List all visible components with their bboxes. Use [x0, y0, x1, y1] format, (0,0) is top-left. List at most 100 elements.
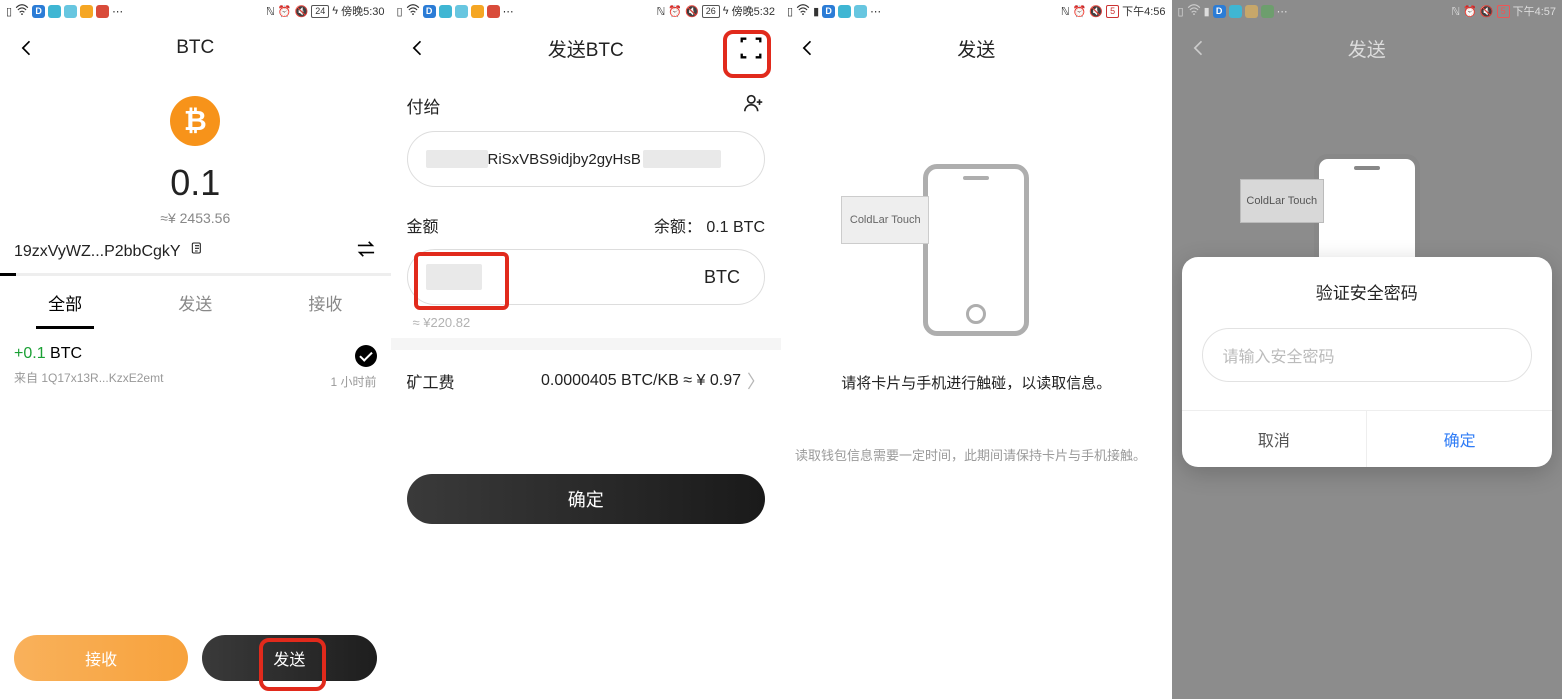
- more-icon: ⋯: [1277, 5, 1288, 18]
- tx-status-confirmed-icon: [355, 345, 377, 367]
- clock-text: 傍晚5:32: [732, 3, 775, 19]
- wallet-address: 19zxVyWZ...P2bbCgkY: [14, 243, 181, 261]
- nfc-icon: ℕ: [657, 5, 666, 18]
- redacted-text: [426, 150, 488, 168]
- dialog-title: 验证安全密码: [1182, 279, 1553, 304]
- navbar: 发送BTC: [391, 22, 782, 74]
- pairing-note: 读取钱包信息需要一定时间，此期间请保持卡片与手机接触。: [795, 446, 1158, 467]
- app-icon: [471, 5, 484, 18]
- chevron-right-icon: 〉: [747, 368, 765, 394]
- app-icon: D: [822, 5, 835, 18]
- confirm-button[interactable]: 确定: [407, 474, 766, 524]
- battery-level: 5: [1106, 5, 1119, 18]
- miner-fee-row[interactable]: 矿工费 0.0000405 BTC/KB ≈ ¥ 0.97 〉: [391, 350, 782, 412]
- password-placeholder: 请输入安全密码: [1223, 343, 1335, 367]
- sim-icon: ▯: [6, 5, 12, 18]
- clock-text: 傍晚5:30: [341, 3, 384, 19]
- charging-icon: ϟ: [332, 5, 338, 17]
- tx-time: 1 小时前: [330, 373, 376, 390]
- nfc-icon: ℕ: [1061, 5, 1070, 18]
- alarm-icon: ⏰: [1463, 5, 1477, 18]
- charging-icon: ϟ: [723, 5, 729, 17]
- tab-receive[interactable]: 接收: [260, 276, 390, 329]
- tx-from: 来自 1Q17x13R...KzxE2emt: [14, 369, 377, 386]
- pairing-instruction: 请将卡片与手机进行触碰，以读取信息。: [841, 372, 1111, 393]
- sim-icon: ▯: [1178, 5, 1184, 18]
- balance-fiat: ≈¥ 2453.56: [160, 210, 230, 226]
- section-divider: [391, 338, 782, 350]
- battery-icon: ▮: [1204, 5, 1210, 18]
- copy-icon[interactable]: [189, 241, 205, 262]
- send-button[interactable]: 发送: [202, 635, 376, 681]
- amount-label: 金额: [407, 213, 439, 237]
- recipient-visible-part: RiSxVBS9idjby2gyHsB: [488, 151, 641, 168]
- app-icon: [1245, 5, 1258, 18]
- alarm-icon: ⏰: [668, 5, 682, 18]
- tx-tabs: 全部 发送 接收: [0, 276, 391, 329]
- wifi-icon: [1187, 4, 1201, 19]
- app-icon: [854, 5, 867, 18]
- more-icon: ⋯: [112, 5, 123, 18]
- app-icon: D: [423, 5, 436, 18]
- fee-label: 矿工费: [407, 369, 455, 393]
- sim-icon: ▯: [397, 5, 403, 18]
- back-button[interactable]: [10, 31, 44, 65]
- password-input[interactable]: 请输入安全密码: [1202, 328, 1533, 382]
- status-bar: ▯ D ⋯ ℕ ⏰ 🔇 26 ϟ 傍晚5:32: [391, 0, 782, 22]
- wifi-icon: [796, 4, 810, 19]
- navbar: 发送: [781, 22, 1172, 74]
- page-title: 发送: [1348, 35, 1386, 62]
- more-icon: ⋯: [503, 5, 514, 18]
- status-bar: ▯ D ⋯ ℕ ⏰ 🔇 24 ϟ 傍晚5:30: [0, 0, 391, 22]
- tab-all[interactable]: 全部: [0, 276, 130, 329]
- dialog-ok-button[interactable]: 确定: [1366, 411, 1552, 467]
- app-icon: [1229, 5, 1242, 18]
- app-icon: [487, 5, 500, 18]
- balance-amount: 0.1: [170, 162, 220, 204]
- card-illustration: ColdLar Touch: [1240, 179, 1324, 223]
- nfc-icon: ℕ: [266, 5, 275, 18]
- page-title: BTC: [176, 37, 214, 59]
- navbar: 发送: [1172, 22, 1562, 74]
- security-password-dialog: 验证安全密码 请输入安全密码 取消 确定: [1182, 257, 1553, 467]
- dialog-cancel-button[interactable]: 取消: [1182, 411, 1367, 467]
- page-title: 发送: [957, 35, 995, 62]
- page-title: 发送BTC: [548, 35, 624, 62]
- status-bar: ▯ ▮ D ⋯ ℕ ⏰ 🔇 5 下午4:56: [781, 0, 1172, 22]
- receive-button[interactable]: 接收: [14, 635, 188, 681]
- clock-text: 下午4:56: [1122, 3, 1165, 19]
- wifi-icon: [406, 4, 420, 19]
- more-icon: ⋯: [870, 5, 881, 18]
- app-icon: [1261, 5, 1274, 18]
- wifi-icon: [15, 4, 29, 19]
- amount-fiat-estimate: ≈ ¥220.82: [413, 315, 782, 330]
- app-icon: D: [32, 5, 45, 18]
- pay-to-label: 付给: [407, 93, 441, 118]
- back-button[interactable]: [791, 31, 825, 65]
- mute-icon: 🔇: [685, 5, 699, 18]
- back-button[interactable]: [1182, 31, 1216, 65]
- amount-input[interactable]: BTC: [407, 249, 766, 305]
- phone-illustration: [923, 164, 1029, 336]
- app-icon: [48, 5, 61, 18]
- app-icon: [439, 5, 452, 18]
- amount-unit: BTC: [704, 267, 740, 288]
- redacted-text: [643, 150, 721, 168]
- app-icon: [64, 5, 77, 18]
- tab-send[interactable]: 发送: [130, 276, 260, 329]
- scan-qr-button[interactable]: [731, 28, 771, 68]
- recipient-address-input[interactable]: RiSxVBS9idjby2gyHsB: [407, 131, 766, 187]
- btc-coin-icon: ₿: [170, 96, 220, 146]
- available-balance: 余额： 0.1 BTC: [654, 213, 765, 237]
- tx-row[interactable]: +0.1 BTC 来自 1Q17x13R...KzxE2emt 1 小时前: [0, 329, 391, 402]
- contacts-icon[interactable]: [743, 92, 765, 119]
- app-icon: [455, 5, 468, 18]
- mute-icon: 🔇: [295, 5, 309, 18]
- battery-level: 26: [702, 5, 720, 18]
- back-button[interactable]: [401, 31, 435, 65]
- swap-icon[interactable]: [355, 240, 377, 263]
- card-illustration: ColdLar Touch: [841, 196, 929, 244]
- app-icon: D: [1213, 5, 1226, 18]
- redacted-amount: [426, 264, 482, 290]
- alarm-icon: ⏰: [278, 5, 292, 18]
